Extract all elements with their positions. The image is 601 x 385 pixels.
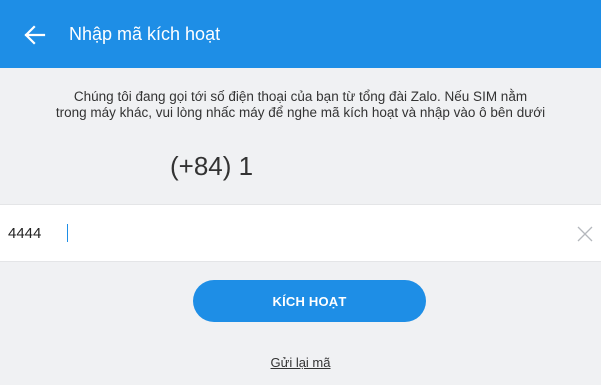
text-caret <box>67 224 68 242</box>
activation-code-input[interactable] <box>8 218 558 248</box>
page-title: Nhập mã kích hoạt <box>69 24 221 44</box>
phone-number: (+84) 1 <box>170 151 254 181</box>
call-info-text: Chúng tôi đang gọi tới số điện thoại của… <box>0 89 601 121</box>
activate-button[interactable]: KÍCH HOẠT <box>193 280 426 322</box>
back-button[interactable] <box>22 22 48 48</box>
resend-code: Gửi lại mã <box>0 355 601 371</box>
arrow-left-icon <box>24 25 46 45</box>
app-bar: Nhập mã kích hoạt <box>0 0 601 68</box>
clear-input-button[interactable] <box>575 224 595 244</box>
info-line-1: Chúng tôi đang gọi tới số điện thoại của… <box>73 89 528 104</box>
code-input-row <box>0 204 601 262</box>
info-line-2: trong máy khác, vui lòng nhấc máy để ngh… <box>55 105 546 120</box>
close-icon <box>577 226 593 242</box>
resend-code-link[interactable]: Gửi lại mã <box>271 355 331 370</box>
